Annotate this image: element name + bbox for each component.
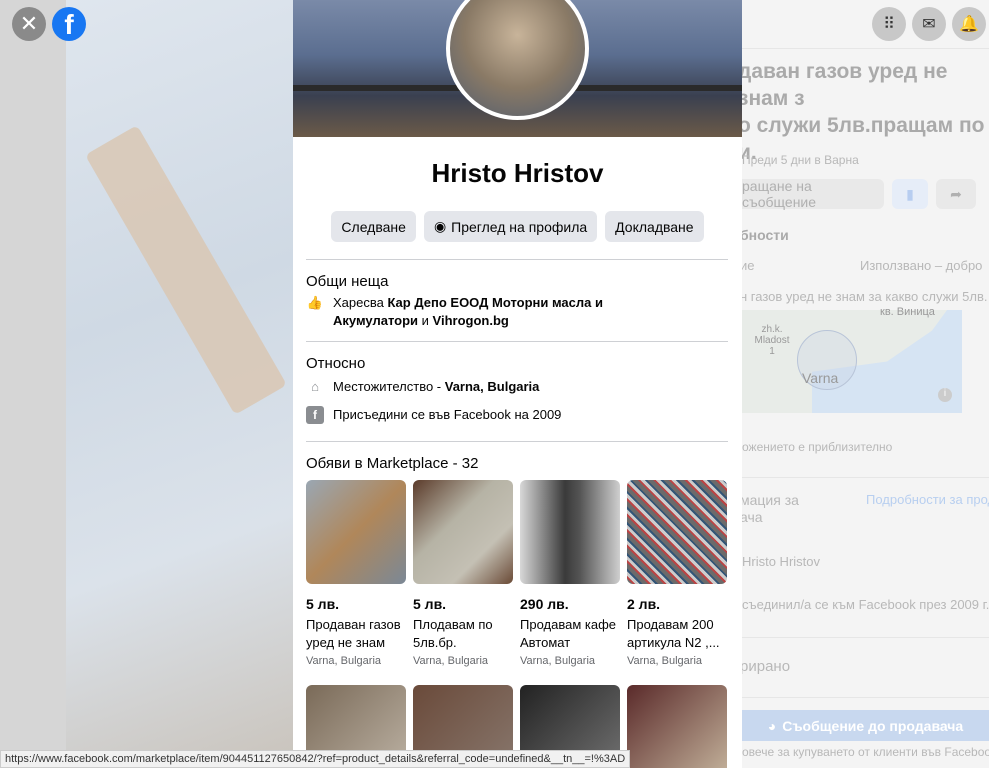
joined-text: Присъедини се във Facebook на 2009 xyxy=(333,407,562,422)
about-heading: Относно xyxy=(306,355,366,372)
condition-label: ие xyxy=(742,258,755,273)
listing-location: Varna, Bulgaria xyxy=(627,655,703,667)
listing-location: Varna, Bulgaria xyxy=(306,655,382,667)
marketplace-heading: Обяви в Marketplace - 32 xyxy=(306,455,479,472)
posted-time: Преди 5 дни в Варна xyxy=(742,153,859,167)
listing-card[interactable]: 5 лв. Продаван газов уред не знам за... Va… xyxy=(306,480,406,667)
profile-modal: Hristo Hristov Следване ◉ Преглед на проф… xyxy=(293,0,742,768)
location-map[interactable]: кв. Виница zh.k. Mladost 1 Varna i xyxy=(742,306,962,413)
listing-title: Продавам 200 артикула N2 ,... xyxy=(627,617,720,650)
menu-grid-icon[interactable]: ⠿ xyxy=(872,7,906,41)
backdrop xyxy=(0,0,66,768)
view-profile-button[interactable]: ◉ Преглед на профила xyxy=(423,211,598,242)
home-icon: ⌂ xyxy=(311,379,319,394)
details-heading: бности xyxy=(742,227,789,243)
listing-price: 290 лв. xyxy=(520,596,569,612)
listing-photo xyxy=(66,0,293,768)
condition-value: Използвано – добро xyxy=(860,258,983,273)
report-button[interactable]: Докладване xyxy=(605,211,704,242)
info-icon[interactable]: i xyxy=(938,388,952,402)
user-circle-icon: ◉ xyxy=(433,218,447,234)
saved-label: рирано xyxy=(742,658,791,675)
listing-price: 5 лв. xyxy=(306,596,340,612)
listing-card[interactable]: 5 лв. Плодавам по 5лв.бр. Намира... Varna,… xyxy=(413,480,513,667)
share-icon[interactable]: ➦ xyxy=(936,179,976,209)
listing-location: Varna, Bulgaria xyxy=(520,655,596,667)
close-button[interactable]: ✕ xyxy=(12,7,46,41)
facebook-logo[interactable]: f xyxy=(52,7,86,41)
seller-details-link[interactable]: Подробности за прод xyxy=(866,492,989,507)
save-bookmark-icon[interactable]: ▮ xyxy=(892,179,928,209)
seller-joined: съединил/а се към Facebook през 2009 г. xyxy=(742,597,989,612)
listing-image xyxy=(627,480,727,584)
bell-icon[interactable]: 🔔 xyxy=(952,7,986,41)
listing-title: Продавам кафе Автомат KRUPS... xyxy=(520,617,617,650)
messenger-icon[interactable]: ✉ xyxy=(912,7,946,41)
map-label: zh.k. Mladost 1 xyxy=(754,324,790,357)
profile-name: Hristo Hristov xyxy=(431,158,604,188)
listing-card[interactable]: 290 лв. Продавам кафе Автомат KRUPS... Var… xyxy=(520,480,620,667)
common-heading: Общи неща xyxy=(306,273,389,290)
photo-object xyxy=(85,125,287,415)
facebook-icon: f xyxy=(306,406,324,424)
thumbs-up-icon: 👍 xyxy=(306,295,324,310)
listing-location: Varna, Bulgaria xyxy=(413,655,489,667)
listing-price: 5 лв. xyxy=(413,596,447,612)
footer-note: овече за купуването от клиенти във Faceb… xyxy=(742,745,989,759)
listing-image xyxy=(413,480,513,584)
map-label: Varna xyxy=(802,370,839,386)
listing-title: даван газов уред не знам зо служи 5лв.пр… xyxy=(742,60,985,164)
messenger-icon: ◕ xyxy=(767,717,777,734)
location-note: ожението е приблизително xyxy=(742,440,893,454)
listing-image[interactable] xyxy=(627,685,727,768)
liked-page-link[interactable]: Vihrogon.bg xyxy=(433,313,509,328)
follow-button[interactable]: Следване xyxy=(331,211,416,242)
description: н газов уред не знам за какво служи 5лв. xyxy=(742,289,988,304)
residence-text: Местожителство - Varna, Bulgaria xyxy=(333,379,540,394)
seller-name[interactable]: Hristo Hristov xyxy=(742,554,820,569)
message-seller-button[interactable]: ◕ Съобщение до продавача xyxy=(742,710,989,741)
listing-title: Продаван газов уред не знам за... xyxy=(306,617,401,650)
listing-title: Плодавам по 5лв.бр. Намира... xyxy=(413,617,493,650)
message-seller-label: Съобщение до продавача xyxy=(782,717,964,734)
listing-image xyxy=(306,480,406,584)
listing-image xyxy=(520,480,620,584)
likes-text: Харесва Кар Депо ЕООД Моторни масла и Ак… xyxy=(333,295,603,328)
close-icon: ✕ xyxy=(19,11,39,36)
listing-card[interactable]: 2 лв. Продавам 200 артикула N2 ,... Varna,… xyxy=(627,480,727,667)
send-message-button[interactable]: ращане на съобщение xyxy=(742,178,884,210)
listing-details-panel: ⠿ ✉ 🔔 даван газов уред не знам зо служи … xyxy=(742,0,989,768)
seller-heading: мация за ача xyxy=(742,492,799,525)
status-bar-url: https://www.facebook.com/marketplace/ite… xyxy=(0,750,631,768)
map-label: кв. Виница xyxy=(880,306,935,318)
listing-price: 2 лв. xyxy=(627,596,661,612)
view-profile-label: Преглед на профила xyxy=(451,218,588,235)
